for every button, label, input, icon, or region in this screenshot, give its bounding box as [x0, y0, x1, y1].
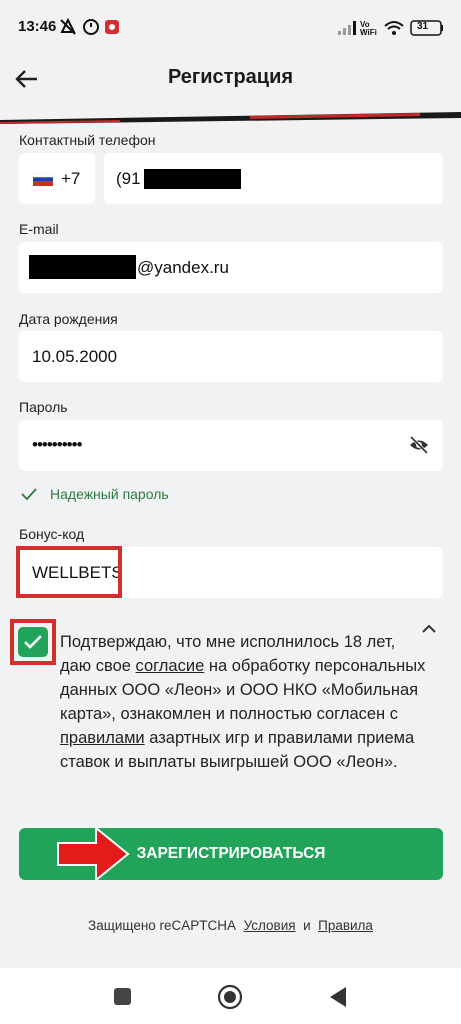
- back-triangle-icon[interactable]: [328, 986, 348, 1008]
- phone-input[interactable]: (91: [104, 153, 443, 204]
- phone-label: Контактный телефон: [19, 132, 156, 148]
- email-label: E-mail: [19, 221, 59, 237]
- birthdate-label: Дата рождения: [19, 311, 118, 327]
- recaptcha-footer: Защищено reCAPTCHA Условия и Правила: [88, 918, 373, 933]
- email-input[interactable]: @yandex.ru: [19, 242, 443, 293]
- mute-icon: [60, 17, 76, 35]
- password-label: Пароль: [19, 399, 68, 415]
- check-icon: [21, 488, 37, 500]
- home-circle-icon[interactable]: [217, 984, 243, 1010]
- recents-square-icon[interactable]: [114, 988, 131, 1005]
- banner-stripe: [0, 110, 461, 124]
- chevron-up-icon[interactable]: [420, 622, 438, 634]
- password-value: ••••••••••: [32, 435, 83, 454]
- bonus-highlight-frame: [16, 546, 122, 598]
- bonus-label: Бонус-код: [19, 526, 85, 542]
- phone-value: (91: [116, 169, 141, 188]
- consent-text: Подтверждаю, что мне исполнилось 18 лет,…: [60, 633, 426, 771]
- wifi-icon: [384, 21, 404, 35]
- consent-checkbox[interactable]: [18, 627, 48, 657]
- redaction-box: [144, 169, 241, 189]
- signal-icon: [338, 21, 356, 35]
- navigation-bar: [0, 968, 461, 1024]
- status-time: 13:46: [18, 18, 57, 35]
- recaptcha-text: Защищено reCAPTCHA: [88, 918, 237, 933]
- birthdate-value: 10.05.2000: [32, 347, 118, 366]
- checkmark-icon: [24, 635, 42, 649]
- svg-text:WiFi: WiFi: [360, 28, 377, 37]
- red-arrow-annotation-icon: [57, 826, 130, 882]
- rules-link[interactable]: правилами: [60, 729, 145, 747]
- privacy-link[interactable]: Правила: [318, 918, 373, 933]
- battery-level: 31: [417, 21, 429, 32]
- app-notification-icon: [105, 20, 119, 34]
- alarm-icon: [83, 19, 99, 35]
- eye-off-icon[interactable]: [409, 436, 429, 454]
- terms-link[interactable]: Условия: [244, 918, 296, 933]
- russia-flag-icon: [33, 173, 53, 186]
- status-icons-right: Vo WiFi: [338, 20, 443, 37]
- status-icons-left: [60, 17, 119, 35]
- password-strength: Надежный пароль: [50, 486, 169, 502]
- country-code: +7: [61, 169, 81, 188]
- birthdate-input[interactable]: 10.05.2000: [19, 331, 443, 382]
- page-title: Регистрация: [167, 66, 294, 88]
- country-code-selector[interactable]: +7: [19, 153, 95, 204]
- status-bar: 13:46 Vo WiFi 31: [0, 0, 461, 54]
- password-input[interactable]: ••••••••••: [19, 420, 443, 471]
- consent-link[interactable]: согласие: [136, 657, 205, 675]
- redaction-box: [29, 255, 136, 279]
- email-value: @yandex.ru: [137, 258, 229, 277]
